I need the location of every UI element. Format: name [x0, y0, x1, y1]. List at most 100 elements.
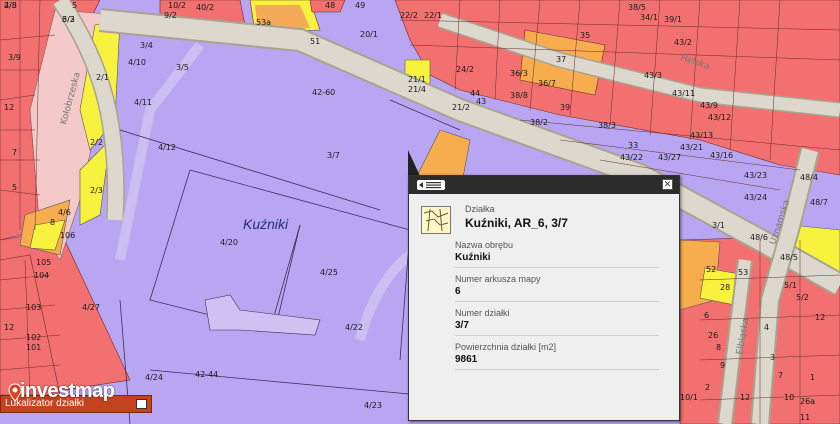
plot-number-label: 48/5 — [780, 253, 798, 262]
plot-number-label: 21/1 — [408, 75, 426, 84]
field-label: Numer działki — [455, 308, 510, 318]
plot-number-label: 4/24 — [145, 373, 163, 382]
restore-window-icon[interactable] — [136, 399, 147, 409]
plot-number-label: 4/6 — [58, 208, 71, 217]
plot-number-label: 104 — [34, 271, 49, 280]
plot-number-label: 43/24 — [744, 193, 767, 202]
plot-number-label: 53a — [256, 18, 271, 27]
plot-number-label: 38/3 — [598, 121, 616, 130]
plot-number-label: 2/1 — [96, 73, 109, 82]
plot-number-label: 7 — [778, 371, 783, 380]
plot-number-label: 11 — [800, 413, 810, 422]
plot-number-label: 2 — [705, 383, 710, 392]
parcel-info-popup: ✕ Działka Kuźniki, AR_6, 3/7 Nazwa obręb… — [408, 175, 680, 421]
plot-number-label: 4/20 — [220, 238, 238, 247]
plot-number-label: 38/8 — [510, 91, 528, 100]
plot-number-label: 36/7 — [538, 79, 556, 88]
plot-number-label: 3/5 — [176, 63, 189, 72]
plot-number-label: 4/22 — [345, 323, 363, 332]
plot-number-label: 3/4 — [140, 41, 153, 50]
plot-number-label: 21/2 — [452, 103, 470, 112]
plot-number-label: 6 — [704, 311, 709, 320]
plot-number-label: 8 — [716, 343, 721, 352]
parcel-type-label: Działka — [465, 204, 495, 214]
field-value: 6 — [455, 286, 461, 297]
plot-number-label: 4/11 — [134, 98, 152, 107]
plot-number-label: 4 — [764, 323, 769, 332]
plot-number-label: 103 — [26, 303, 41, 312]
plot-number-label: 39 — [560, 103, 570, 112]
plot-number-label: 10/2 — [168, 1, 186, 10]
plot-number-label: 5 — [12, 183, 17, 192]
field-value: 3/7 — [455, 320, 469, 331]
plot-number-label: 5 — [72, 1, 77, 10]
plot-number-label: 43 — [476, 97, 486, 106]
plot-number-label: 4/23 — [364, 401, 382, 410]
plot-number-label: 4/8 — [4, 1, 17, 10]
plot-number-label: 51 — [310, 37, 320, 46]
plot-number-label: 22/2 — [400, 11, 418, 20]
plot-number-label: 42-60 — [312, 88, 335, 97]
plot-number-label: 26a — [800, 397, 815, 406]
field-precinct: Nazwa obrębu Kuźniki — [455, 234, 659, 268]
field-label: Numer arkusza mapy — [455, 274, 541, 284]
plot-number-label: 105 — [36, 258, 51, 267]
plot-number-label: 43/21 — [680, 143, 703, 152]
plot-number-label: 39/1 — [664, 15, 682, 24]
plot-number-label: 2/2 — [90, 138, 103, 147]
plot-number-label: 43/23 — [744, 171, 767, 180]
plot-number-label: 48/4 — [800, 173, 818, 182]
plot-number-label: 48 — [325, 1, 335, 10]
plot-number-label: 106 — [60, 231, 75, 240]
plot-number-label: 21/4 — [408, 85, 426, 94]
parcel-title: Kuźniki, AR_6, 3/7 — [465, 216, 568, 230]
plot-number-label: 3 — [770, 353, 775, 362]
plot-number-label: 8 — [50, 218, 55, 227]
plot-number-label: 10/1 — [680, 393, 698, 402]
plot-number-label: 28 — [720, 283, 730, 292]
plot-number-label: 48/7 — [810, 198, 828, 207]
plot-number-label: 102 — [26, 333, 41, 342]
plot-number-label: 5/1 — [784, 281, 797, 290]
plot-number-label: 37 — [556, 55, 566, 64]
plot-number-label: 101 — [26, 343, 41, 352]
plot-number-label: 43/9 — [700, 101, 718, 110]
field-map-sheet: Numer arkusza mapy 6 — [455, 268, 659, 302]
plot-number-label: 4/25 — [320, 268, 338, 277]
field-label: Nazwa obrębu — [455, 240, 514, 250]
popup-header: ✕ — [409, 176, 679, 194]
plot-number-label: 4/12 — [158, 143, 176, 152]
plot-number-label: 12 — [740, 393, 750, 402]
plot-number-label: 12 — [4, 103, 14, 112]
plot-number-label: 24/2 — [456, 65, 474, 74]
field-value: 9861 — [455, 354, 478, 365]
plot-number-label: 36/3 — [510, 69, 528, 78]
plot-number-label: 10 — [784, 393, 794, 402]
plot-number-label: 4/27 — [82, 303, 100, 312]
plot-number-label: 44 — [470, 89, 480, 98]
plot-number-label: 22/1 — [424, 11, 442, 20]
plot-number-label: 3/1 — [712, 221, 725, 230]
parcel-thumbnail-icon — [421, 206, 451, 234]
popup-close-button[interactable]: ✕ — [662, 179, 673, 190]
field-area: Powierzchnia działki [m2] 9861 — [455, 336, 659, 370]
plot-number-label: 43/16 — [710, 151, 733, 160]
plot-number-label: 9 — [720, 361, 725, 370]
plot-number-label: 2/3 — [90, 186, 103, 195]
investmap-watermark: investmap — [20, 380, 115, 402]
plot-number-label: 4/10 — [128, 58, 146, 67]
plot-number-label: 43/3 — [644, 71, 662, 80]
list-menu-icon[interactable] — [417, 180, 445, 190]
plot-number-label: 3/9 — [8, 53, 21, 62]
plot-number-label: 1 — [810, 373, 815, 382]
plot-number-label: 43/11 — [672, 89, 695, 98]
field-parcel-number: Numer działki 3/7 — [455, 302, 659, 336]
plot-number-label: 3/3 — [62, 15, 75, 24]
plot-number-label: 26 — [708, 331, 718, 340]
plot-number-label: 12 — [4, 323, 14, 332]
plot-number-label: 5/2 — [796, 293, 809, 302]
plot-number-label: 40/2 — [196, 3, 214, 12]
district-label: Kuźniki — [243, 216, 289, 232]
plot-number-label: 20/1 — [360, 30, 378, 39]
plot-number-label: 52 — [706, 265, 716, 274]
